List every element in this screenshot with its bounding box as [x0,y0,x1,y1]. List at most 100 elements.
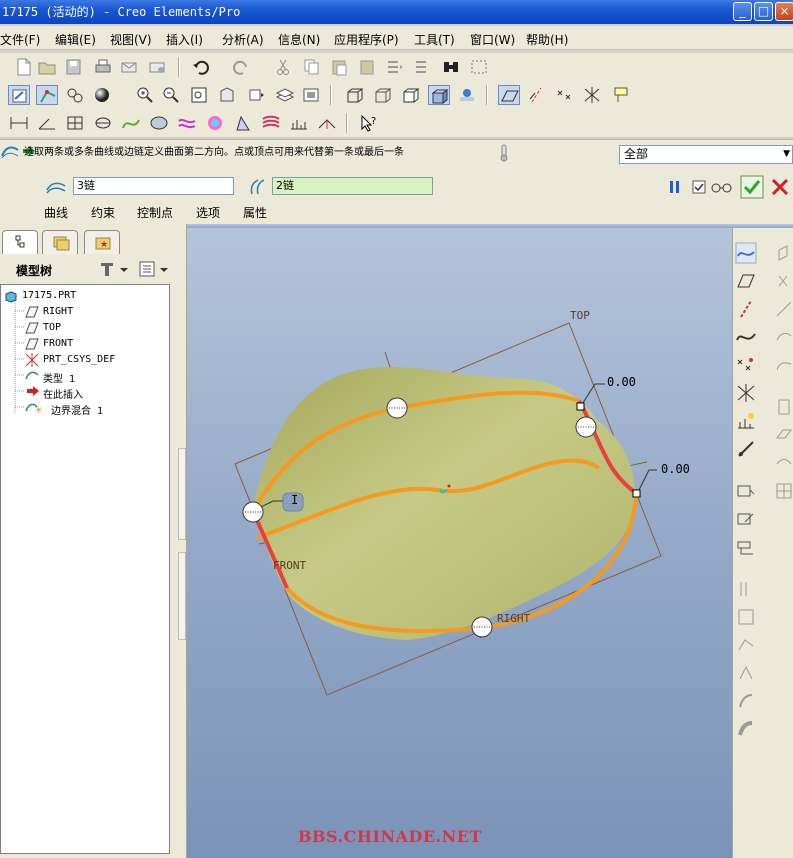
menu-insert[interactable]: 插入(I) [166,31,203,48]
rib-icon[interactable] [773,452,793,474]
regenerate-manager-icon[interactable] [412,57,434,77]
datum-point-display-icon[interactable] [554,85,576,105]
first-direction-collector[interactable]: 3链 [73,177,234,195]
tab-favorites[interactable]: ★ [84,230,120,254]
appearance-ball-icon[interactable] [92,85,114,105]
save-icon[interactable] [62,57,84,77]
panel-splitter-handle[interactable] [178,448,186,540]
regenerate-icon[interactable] [384,57,406,77]
drag-handle[interactable] [242,501,264,523]
measure-area-icon[interactable] [64,113,86,133]
variable-section-icon[interactable] [735,536,757,558]
tree-item-part[interactable]: 17175.PRT [22,290,76,301]
paste-icon[interactable] [328,57,350,77]
boundary-blend-tool-icon[interactable] [735,508,757,530]
repaint-icon[interactable] [8,85,30,105]
drag-handle[interactable] [575,416,597,438]
spin-center-icon[interactable] [36,85,58,105]
sweep-icon[interactable] [773,298,793,320]
datum-axis-tool-icon[interactable] [735,298,757,320]
trim-icon[interactable] [735,634,757,656]
extrude-icon[interactable] [773,242,793,264]
shade-curvature-icon[interactable] [260,113,282,133]
measure-angle-icon[interactable] [36,113,58,133]
cut-icon[interactable] [272,57,294,77]
select-box-icon[interactable] [468,57,490,77]
constraint-square-handle[interactable] [576,402,585,411]
sketch-datum-curve-icon[interactable] [735,242,757,264]
csys-tool-icon[interactable] [735,382,757,404]
constraint-square-handle[interactable] [632,489,641,498]
tree-item-front[interactable]: FRONT [43,338,73,349]
analysis-feature-icon[interactable] [735,410,757,432]
mass-properties-icon[interactable] [92,113,114,133]
tree-item-top[interactable]: TOP [43,322,61,333]
menu-edit[interactable]: 编辑(E) [55,31,96,48]
menu-tools[interactable]: 工具(T) [414,31,455,48]
tab-model-tree[interactable] [2,230,38,254]
orient-mode-icon[interactable] [64,85,86,105]
datum-point-tool-icon[interactable] [735,354,757,376]
enhanced-realism-icon[interactable] [456,85,478,105]
new-file-icon[interactable] [12,57,34,77]
curve-analysis-icon[interactable] [120,113,142,133]
menu-info[interactable]: 信息(N) [278,31,320,48]
tab-properties[interactable]: 属性 [243,204,267,221]
mirror-icon[interactable] [735,578,757,600]
drag-handle[interactable] [386,397,408,419]
context-help-icon[interactable]: ? [358,113,380,133]
open-folder-icon[interactable] [36,57,58,77]
minimize-button[interactable]: _ [733,2,752,21]
maximize-button[interactable]: □ [754,2,773,21]
hidden-line-icon[interactable] [372,85,394,105]
zoom-out-icon[interactable] [160,85,182,105]
merge-icon[interactable] [735,606,757,628]
menu-applications[interactable]: 应用程序(P) [334,31,399,48]
tree-show-icon[interactable] [138,259,170,279]
tree-settings-icon[interactable] [98,259,130,279]
reference-feature-icon[interactable] [735,438,757,460]
second-direction-collector[interactable]: 2链 [272,177,433,195]
tab-curves[interactable]: 曲线 [44,204,68,221]
tree-item-boundary-blend[interactable]: 边界混合 1 [51,402,103,417]
graphics-window[interactable]: TOP FRONT RIGHT 0.00 0.00 I [187,228,732,858]
reorient-icon[interactable] [216,85,238,105]
pause-icon[interactable] [668,179,682,195]
csys-display-icon[interactable] [582,85,604,105]
datum-plane-display-icon[interactable] [498,85,520,105]
layers-icon[interactable] [274,85,296,105]
wireframe-icon[interactable] [344,85,366,105]
menu-analysis[interactable]: 分析(A) [222,31,264,48]
dihedral-icon[interactable] [316,113,338,133]
curvature-icon[interactable] [176,113,198,133]
send-mail-icon[interactable] [118,57,140,77]
cancel-x-icon[interactable] [770,177,790,197]
shading-icon[interactable] [428,85,450,105]
panel-splitter-handle[interactable] [178,552,186,640]
saved-views-icon[interactable] [246,85,268,105]
paste-special-icon[interactable] [356,57,378,77]
surface-tool-icon[interactable] [735,480,757,502]
selection-filter-dropdown[interactable]: 全部 ▼ [619,145,793,164]
tree-item-insert-here[interactable]: 在此插入 [43,386,83,401]
annotation-display-icon[interactable] [610,85,632,105]
menu-window[interactable]: 窗口(W) [470,31,515,48]
offset-icon[interactable] [735,690,757,712]
reflection-icon[interactable] [204,113,226,133]
verify-glasses-icon[interactable] [710,180,734,194]
tree-item-csys[interactable]: PRT_CSYS_DEF [43,354,115,365]
measure-distance-icon[interactable] [8,113,30,133]
style-icon[interactable] [773,354,793,376]
dimension-value[interactable]: 0.00 [661,462,690,476]
tree-item-right[interactable]: RIGHT [43,306,73,317]
tab-control-points[interactable]: 控制点 [137,204,173,221]
tab-options[interactable]: 选项 [196,204,220,221]
graph-icon[interactable] [288,113,310,133]
no-hidden-icon[interactable] [400,85,422,105]
preview-checkbox[interactable] [692,180,706,194]
dimension-value[interactable]: 0.00 [607,375,636,389]
send-link-icon[interactable] [146,57,168,77]
tab-folder-browser[interactable] [42,230,78,254]
print-icon[interactable] [92,57,114,77]
tree-item-type1[interactable]: 类型 1 [43,370,75,385]
